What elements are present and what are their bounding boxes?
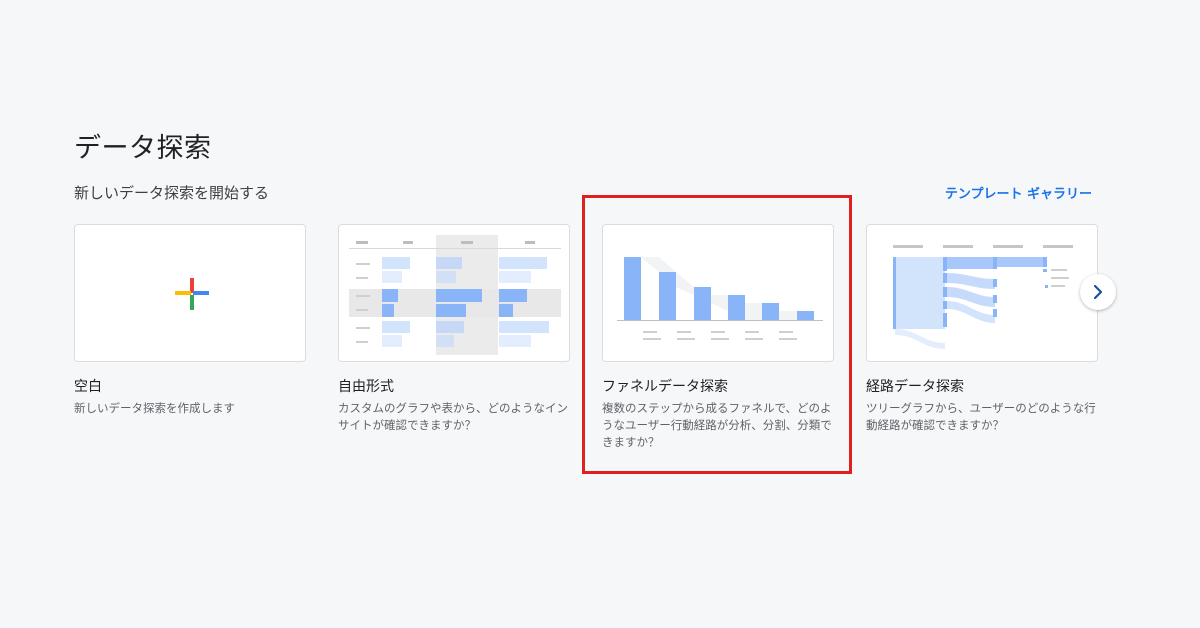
card-title: 経路データ探索: [866, 379, 964, 395]
template-gallery-link[interactable]: テンプレート ギャラリー: [945, 183, 1092, 202]
card-description: ツリーグラフから、ユーザーのどのような行動経路が確認できますか？: [866, 401, 1096, 432]
card-thumbnail: [74, 224, 306, 362]
card-thumbnail: [602, 224, 834, 362]
card-thumbnail: [338, 224, 570, 362]
card-path[interactable]: 経路データ探索 ツリーグラフから、ユーザーのどのような行動経路が確認できますか？: [866, 224, 1098, 434]
card-free-form[interactable]: 自由形式 カスタムのグラフや表から、どのようなインサイトが確認できますか？: [338, 224, 570, 434]
funnel-icon: [617, 257, 823, 340]
card-description: 複数のステップから成るファネルで、どのようなユーザー行動経路が分析、分割、分類で…: [602, 401, 832, 449]
card-title: 自由形式: [338, 379, 394, 395]
plus-icon: [175, 278, 209, 310]
card-thumbnail: [866, 224, 1098, 362]
chevron-right-icon: [1093, 284, 1103, 300]
section-subtitle: 新しいデータ探索を開始する: [74, 184, 270, 202]
card-funnel[interactable]: ファネルデータ探索 複数のステップから成るファネルで、どのようなユーザー行動経路…: [602, 224, 834, 451]
card-description: カスタムのグラフや表から、どのようなインサイトが確認できますか？: [338, 401, 568, 432]
path-icon: [893, 245, 1073, 349]
carousel-next-button[interactable]: [1080, 274, 1116, 310]
card-description: 新しいデータ探索を作成します: [74, 401, 235, 415]
table-icon: [349, 235, 561, 355]
card-title: 空白: [74, 379, 102, 395]
card-blank[interactable]: 空白 新しいデータ探索を作成します: [74, 224, 306, 417]
page-title: データ探索: [74, 133, 212, 164]
card-title: ファネルデータ探索: [602, 379, 728, 395]
